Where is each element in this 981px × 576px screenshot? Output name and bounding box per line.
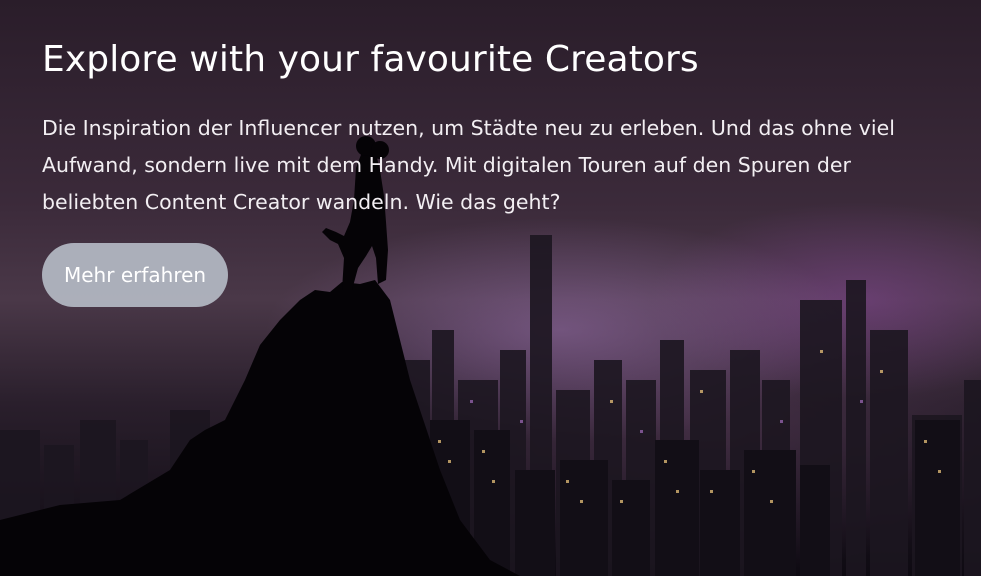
hero-title: Explore with your favourite Creators — [42, 39, 699, 80]
hero-banner: Explore with your favourite Creators Die… — [0, 0, 981, 576]
hero-description: Die Inspiration der Influencer nutzen, u… — [42, 116, 895, 214]
learn-more-button[interactable]: Mehr erfahren — [42, 243, 229, 307]
hero-content: Explore with your favourite Creators Die… — [42, 36, 942, 307]
